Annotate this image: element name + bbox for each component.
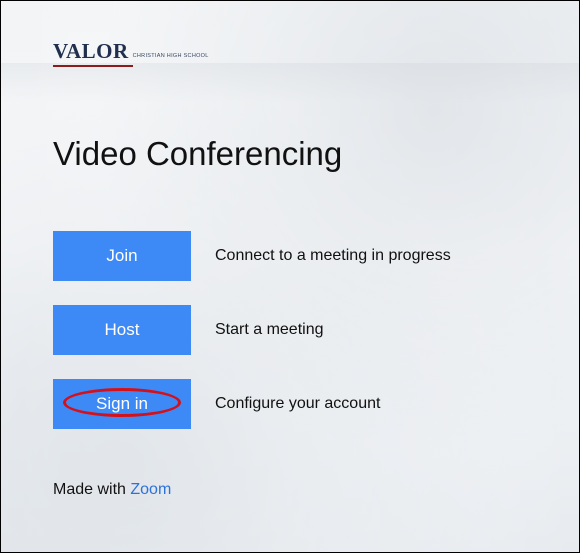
logo-wordmark: VALOR [53,39,129,63]
page-frame: VALOR CHRISTIAN HIGH SCHOOL Video Confer… [0,0,580,553]
join-row: Join Connect to a meeting in progress [53,231,451,281]
sign-in-button[interactable]: Sign in [53,379,191,429]
school-logo: VALOR CHRISTIAN HIGH SCHOOL [53,41,209,62]
footer-prefix: Made with [53,481,126,498]
sign-in-description: Configure your account [215,395,381,412]
page-title: Video Conferencing [53,135,343,172]
zoom-link[interactable]: Zoom [130,481,171,498]
sign-in-row: Sign in Configure your account [53,379,380,429]
logo-subtitle: CHRISTIAN HIGH SCHOOL [132,52,209,59]
sign-in-label: Sign in [96,394,148,413]
join-button[interactable]: Join [53,231,191,281]
host-button[interactable]: Host [53,305,191,355]
background-band [1,63,579,103]
host-row: Host Start a meeting [53,305,324,355]
logo-underline [53,65,133,67]
join-description: Connect to a meeting in progress [215,247,451,264]
footer: Made with Zoom [53,481,171,499]
host-description: Start a meeting [215,321,324,338]
